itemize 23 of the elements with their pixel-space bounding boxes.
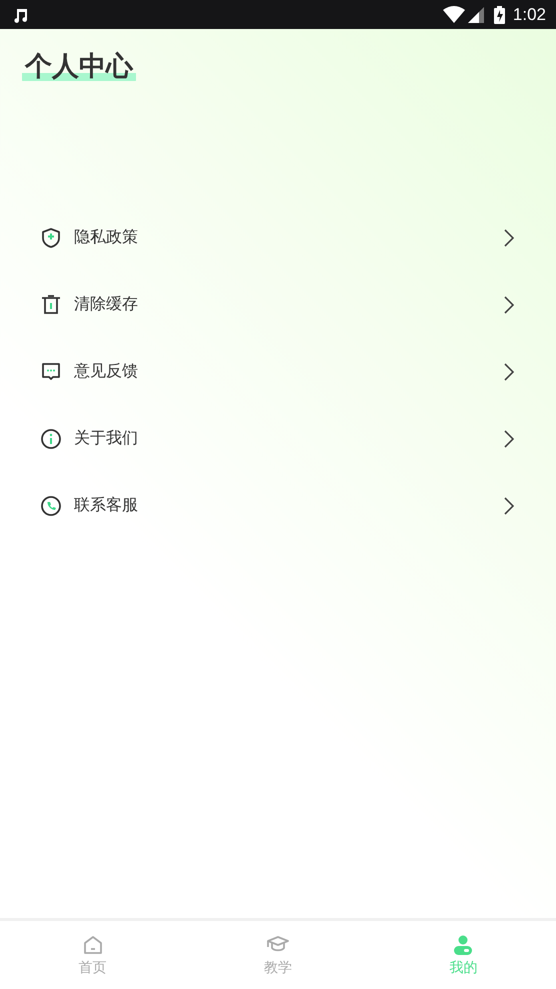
signal-icon: [468, 6, 484, 22]
chevron-right-icon[interactable]: [504, 496, 514, 514]
clock-time: 1:02: [512, 4, 546, 24]
chevron-right-icon[interactable]: [504, 362, 514, 380]
phone-icon: [40, 494, 62, 516]
home-icon: [82, 934, 104, 956]
menu-item[interactable]: 联系客服: [74, 495, 504, 516]
chevron-right-icon[interactable]: [504, 296, 514, 314]
menu-item[interactable]: 清除缓存: [74, 294, 504, 315]
trash-icon: [40, 294, 62, 316]
menu-item[interactable]: 关于我们: [74, 428, 504, 449]
shield-icon: [40, 226, 62, 248]
page-title: 个人中心: [22, 51, 136, 83]
menu-item[interactable]: 意见反馈: [74, 361, 504, 382]
music-note-icon: [12, 6, 28, 22]
chat-bubble-icon: [40, 360, 62, 382]
info-icon: [40, 428, 62, 450]
wifi-icon: [442, 6, 465, 23]
chevron-right-icon[interactable]: [504, 430, 514, 448]
person-icon: [452, 934, 474, 956]
battery-icon: [494, 6, 505, 24]
menu-item[interactable]: 隐私政策: [74, 227, 504, 248]
chevron-right-icon[interactable]: [504, 228, 514, 246]
